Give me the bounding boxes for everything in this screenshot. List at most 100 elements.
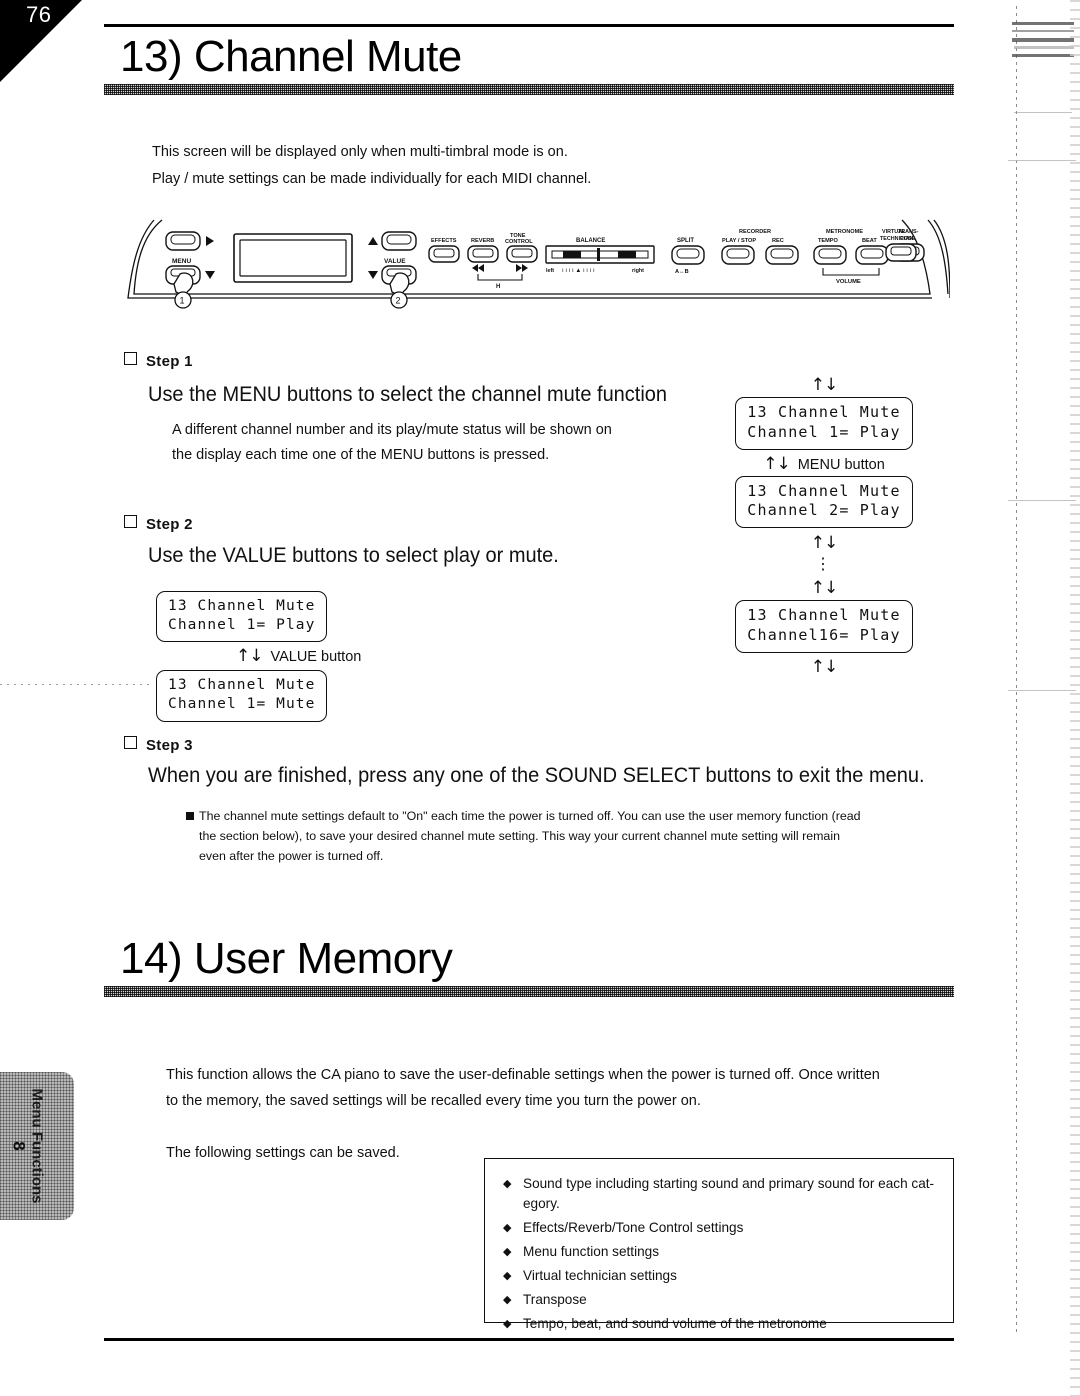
diamond-bullet-icon: ◆ bbox=[503, 1177, 512, 1190]
section-14-heading: 14) User Memory bbox=[120, 934, 453, 983]
step-3-title: When you are finished, press any one of … bbox=[148, 763, 925, 787]
diamond-bullet-icon: ◆ bbox=[503, 1293, 512, 1307]
tempo-label-text: TEMPO bbox=[818, 238, 839, 244]
menu-flow-lcd-3-line-2: Channel16= Play bbox=[747, 626, 901, 645]
rewind-icon bbox=[478, 264, 484, 272]
value-up-button bbox=[381, 231, 417, 251]
menu-flow-arrows-3: ↑↓ bbox=[810, 533, 839, 554]
value-up-triangle-icon bbox=[368, 237, 378, 245]
step-2-checkbox bbox=[124, 515, 137, 528]
split-button bbox=[671, 245, 705, 265]
menu-down-triangle-icon bbox=[205, 271, 215, 279]
list-item-text: Tempo, beat, and sound volume of the met… bbox=[523, 1316, 827, 1332]
forward-icon-2 bbox=[522, 264, 528, 272]
value-flow-lcd-1-line-1: 13 Channel Mute bbox=[168, 598, 316, 614]
menu-flow-lcd-1-line-2: Channel 1= Play bbox=[747, 422, 901, 441]
note-line-2: the section below), to save your desired… bbox=[199, 829, 840, 844]
rec-label-text: REC bbox=[772, 238, 784, 244]
scan-band bbox=[1014, 112, 1072, 113]
list-item-text: Menu function settings bbox=[523, 1244, 660, 1260]
step-2-label-row: Step 2 bbox=[124, 515, 193, 533]
diamond-bullet-icon: ◆ bbox=[503, 1269, 512, 1283]
list-item-continuation: egory. bbox=[501, 1193, 937, 1215]
control-panel-svg: MENU 1 VALUE 2 EFFECTS REVERB TONE CONTR… bbox=[127, 219, 932, 309]
side-tab-number: 8 bbox=[9, 1141, 29, 1151]
tone-control-button bbox=[506, 245, 538, 263]
step-3-label-row: Step 3 bbox=[124, 736, 193, 754]
control-panel-illustration: MENU 1 VALUE 2 EFFECTS REVERB TONE CONTR… bbox=[126, 218, 936, 310]
beat-label-text: BEAT bbox=[862, 238, 877, 244]
section-13-heading: 13) Channel Mute bbox=[120, 32, 462, 81]
channel-mute-note: The channel mute settings default to "On… bbox=[186, 806, 956, 866]
diamond-bullet-icon: ◆ bbox=[503, 1245, 512, 1259]
step-2-title: Use the VALUE buttons to select play or … bbox=[148, 543, 559, 567]
list-item: ◆ Sound type including starting sound and… bbox=[501, 1173, 937, 1195]
list-item: ◆ Tempo, beat, and sound volume of the me… bbox=[501, 1313, 937, 1335]
menu-flow-lcd-2: 13 Channel Mute Channel 2= Play bbox=[735, 475, 913, 529]
balance-label-text: BALANCE bbox=[576, 238, 605, 244]
menu-flow-ellipsis: ⋮ bbox=[815, 556, 833, 574]
list-item: ◆ Menu function settings bbox=[501, 1241, 937, 1263]
section-14-body-line-1: This function allows the CA piano to sav… bbox=[166, 1067, 880, 1083]
scan-band bbox=[1012, 30, 1074, 32]
menu-flow-arrows-4: ↑↓ bbox=[810, 578, 839, 599]
section-13-heading-bar bbox=[104, 84, 954, 96]
value-label-text: VALUE bbox=[384, 258, 406, 265]
manual-page: 76 8 Menu Functions 13) Channel Mute Thi… bbox=[0, 0, 1080, 1396]
list-item-text: Virtual technician settings bbox=[523, 1268, 677, 1284]
scan-band bbox=[1014, 46, 1074, 49]
note-line-3: even after the power is turned off. bbox=[199, 849, 384, 864]
balance-slider bbox=[545, 245, 655, 264]
volume-bracket bbox=[822, 268, 880, 276]
step-1-label: Step 1 bbox=[146, 353, 193, 370]
value-button-flow: 13 Channel Mute Channel 1= Play ↑↓ VALUE … bbox=[156, 591, 416, 722]
split-sub-text: A↔B bbox=[675, 269, 689, 275]
transport-mark-text: H bbox=[496, 284, 500, 290]
step-1-body-line-2: the display each time one of the MENU bu… bbox=[172, 447, 550, 464]
rewind-icon-2 bbox=[472, 264, 478, 272]
saved-settings-list: ◆ Sound type including starting sound and… bbox=[501, 1173, 937, 1335]
intro-line-1: This screen will be displayed only when … bbox=[152, 144, 568, 160]
menu-flow-lcd-1: 13 Channel Mute Channel 1= Play bbox=[735, 397, 913, 450]
diamond-bullet-icon: ◆ bbox=[503, 1221, 512, 1235]
menu-button-flow: ↑↓ 13 Channel Mute Channel 1= Play ↑↓ MEN… bbox=[724, 375, 924, 677]
callout-2-text: 2 bbox=[396, 296, 401, 306]
step-1-body: A different channel number and its play/… bbox=[172, 418, 692, 469]
scan-vertical-line bbox=[1016, 6, 1017, 1336]
value-down-triangle-icon bbox=[368, 271, 378, 279]
bottom-rule bbox=[104, 1338, 954, 1341]
split-label-text: SPLIT bbox=[677, 238, 694, 244]
recorder-label-text: RECORDER bbox=[739, 229, 771, 235]
top-rule bbox=[104, 24, 954, 27]
section-14-body-line-2: to the memory, the saved settings will b… bbox=[166, 1093, 701, 1110]
reverb-label-text: REVERB bbox=[471, 238, 494, 244]
list-item-text: Effects/Reverb/Tone Control settings bbox=[523, 1220, 744, 1236]
virtual-technician-group: VIRTUAL TECHNICIAN bbox=[880, 219, 950, 299]
list-item: ◆ Effects/Reverb/Tone Control settings bbox=[501, 1217, 937, 1239]
menu-flow-lcd-2-line-1: 13 Channel Mute bbox=[747, 481, 901, 500]
menu-up-button bbox=[165, 231, 201, 251]
step-3-checkbox bbox=[124, 736, 137, 749]
side-tab-label: Menu Functions bbox=[28, 1088, 46, 1204]
step-1-body-line-1: A different channel number and its play/… bbox=[172, 422, 612, 438]
note-bullet-icon bbox=[186, 812, 194, 820]
panel-lcd-display bbox=[233, 233, 353, 283]
menu-flow-arrows-2-row: ↑↓ MENU button bbox=[724, 454, 924, 474]
menu-flow-arrows-5: ↑↓ bbox=[810, 656, 839, 677]
menu-button-label: MENU button bbox=[797, 456, 885, 473]
step-2-label: Step 2 bbox=[146, 516, 193, 533]
tone-control-label-text-2: CONTROL bbox=[505, 239, 533, 245]
forward-icon bbox=[516, 264, 522, 272]
menu-up-triangle-icon bbox=[206, 236, 214, 246]
reverb-button bbox=[467, 245, 499, 263]
menu-flow-arrows-1: ↑↓ bbox=[810, 375, 839, 395]
menu-flow-lcd-3: 13 Channel Mute Channel16= Play bbox=[735, 600, 913, 653]
balance-right-text: right bbox=[632, 268, 644, 274]
section-13-heading-block: 13) Channel Mute bbox=[104, 32, 954, 96]
value-flow-arrow-row: ↑↓ VALUE button bbox=[236, 646, 416, 666]
list-item-text: Transpose bbox=[523, 1292, 587, 1308]
value-flow-lcd-1-line-2: Channel 1= Play bbox=[168, 617, 316, 634]
page-number: 76 bbox=[26, 2, 52, 27]
scan-hairline bbox=[1008, 160, 1076, 161]
menu-flow-lcd-3-line-1: 13 Channel Mute bbox=[747, 606, 901, 625]
